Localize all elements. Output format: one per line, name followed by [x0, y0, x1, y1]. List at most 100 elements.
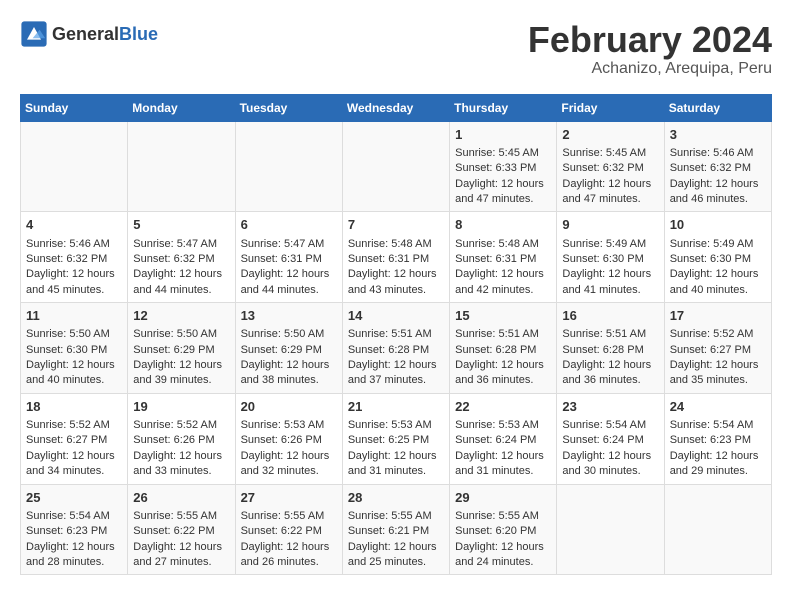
calendar-table: SundayMondayTuesdayWednesdayThursdayFrid… — [20, 94, 772, 576]
calendar-cell: 25 Sunrise: 5:54 AMSunset: 6:23 PMDayligh… — [21, 484, 128, 575]
day-number: 2 — [562, 126, 658, 144]
day-info: Sunset: 6:28 PM — [455, 343, 551, 358]
day-info: Daylight: 12 hours and 29 minutes. — [670, 449, 766, 480]
day-info: Daylight: 12 hours and 38 minutes. — [241, 358, 337, 389]
day-info: Sunrise: 5:55 AM — [348, 509, 444, 524]
calendar-cell: 13Sunrise: 5:50 AMSunset: 6:29 PMDayligh… — [235, 303, 342, 394]
day-info: Daylight: 12 hours and 27 minutes. — [133, 540, 229, 571]
calendar-cell — [235, 121, 342, 212]
day-number: 5 — [133, 216, 229, 234]
day-number: 22 — [455, 398, 551, 416]
day-info: Sunset: 6:33 PM — [455, 161, 551, 176]
day-info: Sunset: 6:29 PM — [241, 343, 337, 358]
day-info: Sunset: 6:31 PM — [241, 252, 337, 267]
day-info: Daylight: 12 hours and 39 minutes. — [133, 358, 229, 389]
calendar-cell: 29Sunrise: 5:55 AMSunset: 6:20 PMDayligh… — [450, 484, 557, 575]
day-info: Sunrise: 5:47 AM — [133, 237, 229, 252]
day-info: Daylight: 12 hours and 37 minutes. — [348, 358, 444, 389]
calendar-cell: 4Sunrise: 5:46 AMSunset: 6:32 PMDaylight… — [21, 212, 128, 303]
calendar-cell: 7Sunrise: 5:48 AMSunset: 6:31 PMDaylight… — [342, 212, 449, 303]
day-info: Sunrise: 5:55 AM — [455, 509, 551, 524]
calendar-cell — [128, 121, 235, 212]
calendar-subtitle: Achanizo, Arequipa, Peru — [528, 60, 772, 78]
day-info: Sunrise: 5:53 AM — [348, 418, 444, 433]
day-info: Sunset: 6:25 PM — [348, 433, 444, 448]
header-day-wednesday: Wednesday — [342, 94, 449, 121]
page-header: GeneralBlue February 2024 Achanizo, Areq… — [20, 20, 772, 78]
day-number: 25 — [26, 489, 122, 507]
day-info: Sunset: 6:32 PM — [26, 252, 122, 267]
day-info: Daylight: 12 hours and 47 minutes. — [455, 177, 551, 208]
calendar-cell: 16Sunrise: 5:51 AMSunset: 6:28 PMDayligh… — [557, 303, 664, 394]
day-info: Sunset: 6:29 PM — [133, 343, 229, 358]
calendar-cell: 24Sunrise: 5:54 AMSunset: 6:23 PMDayligh… — [664, 393, 771, 484]
day-number: 28 — [348, 489, 444, 507]
day-number: 24 — [670, 398, 766, 416]
day-info: Sunrise: 5:55 AM — [241, 509, 337, 524]
day-number: 13 — [241, 307, 337, 325]
calendar-cell: 22Sunrise: 5:53 AMSunset: 6:24 PMDayligh… — [450, 393, 557, 484]
day-number: 11 — [26, 307, 122, 325]
day-info: Sunrise: 5:48 AM — [455, 237, 551, 252]
day-info: Sunset: 6:26 PM — [241, 433, 337, 448]
day-number: 4 — [26, 216, 122, 234]
header-day-friday: Friday — [557, 94, 664, 121]
day-info: Daylight: 12 hours and 31 minutes. — [455, 449, 551, 480]
day-info: Sunset: 6:30 PM — [26, 343, 122, 358]
calendar-cell — [557, 484, 664, 575]
day-info: Daylight: 12 hours and 44 minutes. — [241, 267, 337, 298]
day-info: Sunset: 6:27 PM — [670, 343, 766, 358]
calendar-cell: 6Sunrise: 5:47 AMSunset: 6:31 PMDaylight… — [235, 212, 342, 303]
day-info: Sunset: 6:28 PM — [562, 343, 658, 358]
day-info: Daylight: 12 hours and 36 minutes. — [562, 358, 658, 389]
calendar-cell: 19Sunrise: 5:52 AMSunset: 6:26 PMDayligh… — [128, 393, 235, 484]
day-number: 16 — [562, 307, 658, 325]
calendar-cell: 8Sunrise: 5:48 AMSunset: 6:31 PMDaylight… — [450, 212, 557, 303]
day-info: Sunrise: 5:52 AM — [133, 418, 229, 433]
day-number: 21 — [348, 398, 444, 416]
day-info: Daylight: 12 hours and 34 minutes. — [26, 449, 122, 480]
day-info: Sunrise: 5:51 AM — [348, 327, 444, 342]
header-day-tuesday: Tuesday — [235, 94, 342, 121]
calendar-cell: 20Sunrise: 5:53 AMSunset: 6:26 PMDayligh… — [235, 393, 342, 484]
title-area: February 2024 Achanizo, Arequipa, Peru — [528, 20, 772, 78]
calendar-cell: 2Sunrise: 5:45 AMSunset: 6:32 PMDaylight… — [557, 121, 664, 212]
calendar-cell: 1Sunrise: 5:45 AMSunset: 6:33 PMDaylight… — [450, 121, 557, 212]
calendar-cell — [664, 484, 771, 575]
day-info: Sunset: 6:31 PM — [348, 252, 444, 267]
day-info: Daylight: 12 hours and 40 minutes. — [26, 358, 122, 389]
day-info: Daylight: 12 hours and 43 minutes. — [348, 267, 444, 298]
day-info: Sunset: 6:23 PM — [26, 524, 122, 539]
header-day-sunday: Sunday — [21, 94, 128, 121]
day-info: Daylight: 12 hours and 47 minutes. — [562, 177, 658, 208]
calendar-cell: 17Sunrise: 5:52 AMSunset: 6:27 PMDayligh… — [664, 303, 771, 394]
day-info: Daylight: 12 hours and 32 minutes. — [241, 449, 337, 480]
day-info: Daylight: 12 hours and 41 minutes. — [562, 267, 658, 298]
day-info: Daylight: 12 hours and 31 minutes. — [348, 449, 444, 480]
day-info: Sunrise: 5:52 AM — [26, 418, 122, 433]
day-info: Sunrise: 5:46 AM — [26, 237, 122, 252]
calendar-cell: 14Sunrise: 5:51 AMSunset: 6:28 PMDayligh… — [342, 303, 449, 394]
calendar-cell: 28Sunrise: 5:55 AMSunset: 6:21 PMDayligh… — [342, 484, 449, 575]
calendar-cell — [342, 121, 449, 212]
day-info: Daylight: 12 hours and 25 minutes. — [348, 540, 444, 571]
calendar-cell: 27Sunrise: 5:55 AMSunset: 6:22 PMDayligh… — [235, 484, 342, 575]
day-info: Sunrise: 5:48 AM — [348, 237, 444, 252]
day-info: Sunrise: 5:50 AM — [133, 327, 229, 342]
logo-icon — [20, 20, 48, 48]
calendar-week-2: 4 Sunrise: 5:46 AMSunset: 6:32 PM Daylight… — [21, 212, 772, 303]
calendar-header-row: SundayMondayTuesdayWednesdayThursdayFrid… — [21, 94, 772, 121]
day-number: 15 — [455, 307, 551, 325]
day-info: Daylight: 12 hours and 28 minutes. — [26, 540, 122, 571]
day-number: 3 — [670, 126, 766, 144]
header-day-saturday: Saturday — [664, 94, 771, 121]
day-info: Sunrise: 5:54 AM — [26, 509, 122, 524]
calendar-cell: 26Sunrise: 5:55 AMSunset: 6:22 PMDayligh… — [128, 484, 235, 575]
day-info: Sunrise: 5:53 AM — [455, 418, 551, 433]
calendar-week-1: 1Sunrise: 5:45 AMSunset: 6:33 PMDaylight… — [21, 121, 772, 212]
day-info: Sunset: 6:22 PM — [241, 524, 337, 539]
calendar-week-5: 25Sunrise: 5:54 AMSunset: 6:23 PMDayligh… — [21, 484, 772, 575]
day-info: Sunrise: 5:47 AM — [241, 237, 337, 252]
day-info: Sunset: 6:27 PM — [26, 433, 122, 448]
header-day-thursday: Thursday — [450, 94, 557, 121]
